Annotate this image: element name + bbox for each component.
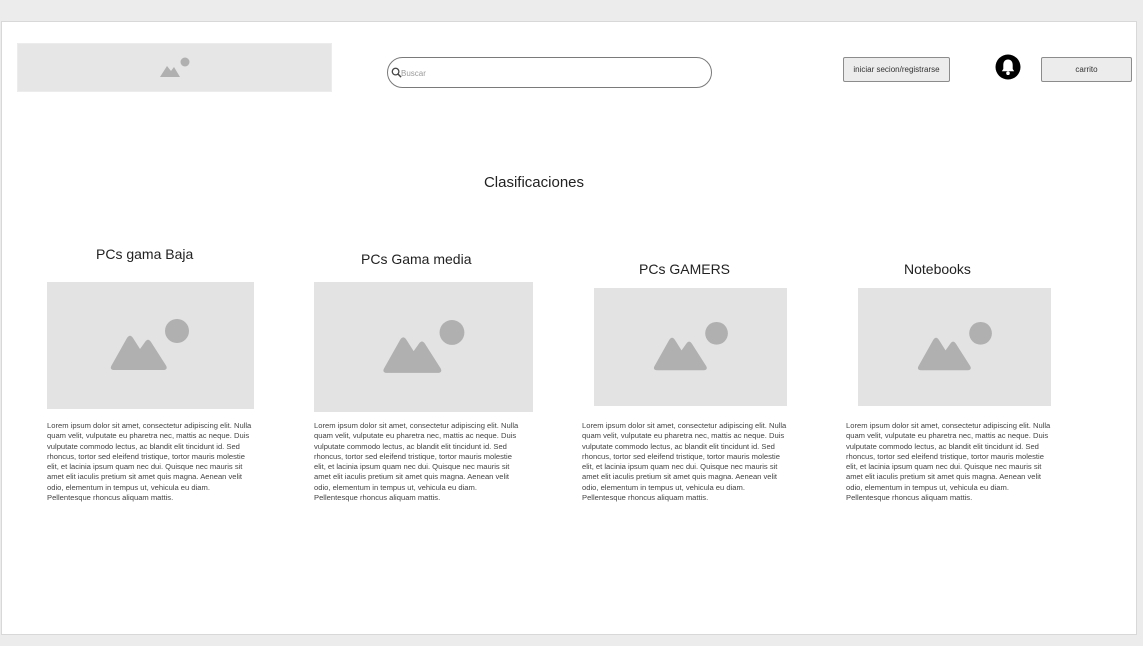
image-placeholder-icon [917, 321, 992, 371]
category-image[interactable] [594, 288, 787, 406]
section-title: Clasificaciones [483, 174, 585, 191]
category-title[interactable]: PCs gama Baja [96, 246, 195, 262]
category-title[interactable]: Notebooks [904, 261, 994, 277]
category-title[interactable]: PCs GAMERS [639, 261, 732, 277]
category-image[interactable] [47, 282, 254, 409]
search-bar[interactable] [387, 57, 712, 88]
category-description: Lorem ipsum dolor sit amet, consectetur … [846, 421, 1051, 503]
category-title[interactable]: PCs Gama media [361, 251, 472, 267]
category-image[interactable] [314, 282, 533, 412]
category-description: Lorem ipsum dolor sit amet, consectetur … [582, 421, 787, 503]
bell-icon[interactable] [995, 54, 1021, 80]
search-input[interactable] [401, 64, 691, 82]
image-placeholder-icon [110, 319, 189, 370]
cart-button[interactable]: carrito [1041, 57, 1132, 82]
category-image[interactable] [858, 288, 1051, 406]
image-placeholder-icon [383, 320, 465, 373]
category-description: Lorem ipsum dolor sit amet, consectetur … [314, 421, 519, 503]
category-description: Lorem ipsum dolor sit amet, consectetur … [47, 421, 252, 503]
logo-placeholder[interactable] [17, 43, 332, 92]
image-placeholder-icon [160, 57, 190, 77]
image-placeholder-icon [653, 321, 728, 371]
login-register-button[interactable]: iniciar secion/registrarse [843, 57, 950, 82]
